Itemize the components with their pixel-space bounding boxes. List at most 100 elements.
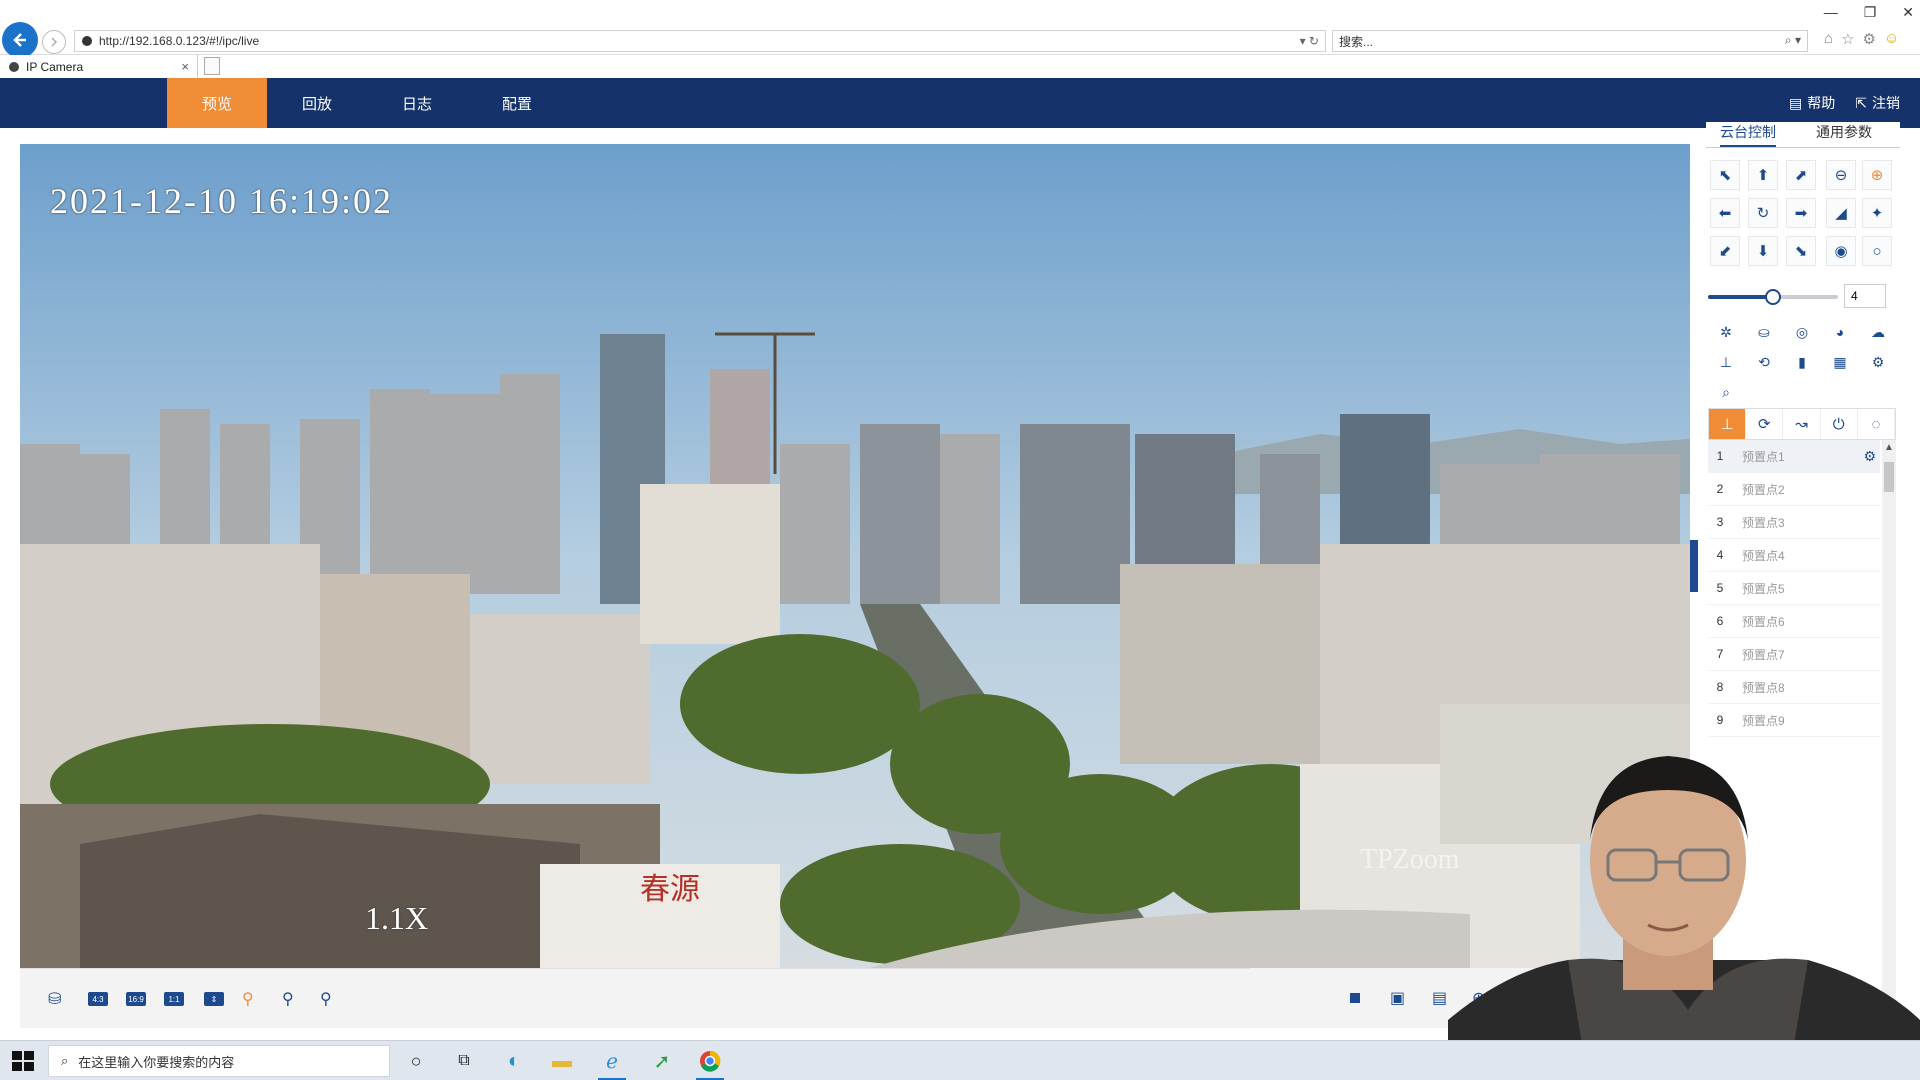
list-item[interactable]: 7 预置点7 [1708, 638, 1880, 671]
nav-log[interactable]: 日志 [367, 78, 467, 128]
ratio-4-3-icon: 4:3 [88, 992, 108, 1006]
fit-window-button[interactable]: ⇕ [204, 991, 224, 1007]
ptz-up-button[interactable]: ⬆ [1748, 160, 1778, 190]
close-icon[interactable]: ✕ [1902, 4, 1914, 21]
ptz-down-button[interactable]: ⬇ [1748, 236, 1778, 266]
ptz-down-right-button[interactable]: ⬊ [1786, 236, 1816, 266]
ptz-right-button[interactable]: ➡ [1786, 198, 1816, 228]
tab-scan[interactable]: ◌ [1858, 409, 1896, 439]
gear-icon[interactable]: ⚙ [1863, 448, 1876, 465]
iris-close-button[interactable]: ○ [1862, 236, 1892, 266]
ptz-up-left-button[interactable]: ⬉ [1710, 160, 1740, 190]
nav-config[interactable]: 配置 [467, 78, 567, 128]
list-item[interactable]: 3 预置点3 [1708, 506, 1880, 539]
star-icon[interactable]: ☆ [1841, 30, 1854, 48]
smiley-icon[interactable]: ☺ [1884, 30, 1899, 48]
settings-button[interactable]: ⚙ [1866, 350, 1890, 374]
forward-button[interactable] [42, 30, 66, 54]
speed-thumb[interactable] [1765, 289, 1781, 305]
back-button[interactable] [2, 22, 38, 58]
browser-tab[interactable]: IP Camera × [0, 55, 198, 79]
list-item[interactable]: 1 预置点1 ⚙ [1708, 440, 1880, 473]
focus-far-button[interactable]: ✦ [1862, 198, 1892, 228]
snapshot-button[interactable]: ▣ [1390, 990, 1405, 1007]
new-tab-button[interactable] [204, 57, 220, 75]
stream-main-button[interactable]: ⚲ [242, 991, 254, 1008]
help-icon: ▤ [1789, 94, 1803, 111]
search-placeholder: 搜索... [1339, 34, 1374, 49]
ie-app[interactable]: ℯ [598, 1047, 626, 1080]
light-button[interactable]: ✲ [1714, 320, 1738, 344]
cloud-button[interactable]: ☁ [1866, 320, 1890, 344]
3d-position-button[interactable]: ⊥ [1714, 350, 1738, 374]
restore-icon[interactable]: ❐ [1864, 4, 1877, 21]
ptz-down-left-button[interactable]: ⬋ [1710, 236, 1740, 266]
tab-patrol[interactable]: ⟳ [1746, 409, 1784, 439]
gear-icon[interactable]: ⚙ [1863, 30, 1876, 48]
tab-power-off-memory[interactable]: ⏻ [1821, 409, 1858, 439]
tab-close-icon[interactable]: × [181, 59, 189, 74]
focus-near-button[interactable]: ◢ [1826, 198, 1856, 228]
speed-input[interactable] [1844, 284, 1886, 308]
list-item[interactable]: 6 预置点6 [1708, 605, 1880, 638]
refresh-icon[interactable]: ▾ ↻ [1300, 34, 1319, 48]
chrome-app[interactable] [696, 1047, 724, 1080]
file-explorer-app[interactable]: ▬ [548, 1047, 576, 1075]
defog-button[interactable]: ◕ [1828, 320, 1852, 344]
panel-collapse-handle[interactable] [1690, 540, 1698, 592]
tab-pattern[interactable]: ↝ [1783, 409, 1821, 439]
zoom-out-button[interactable]: ⊖ [1826, 160, 1856, 190]
nav-preview[interactable]: 预览 [167, 78, 267, 128]
list-item[interactable]: 5 预置点5 [1708, 572, 1880, 605]
rotate-icon: ↻ [1756, 205, 1770, 222]
browser-search-input[interactable]: 搜索... ⌕ ▾ [1332, 30, 1808, 52]
home-icon[interactable]: ⌂ [1824, 30, 1833, 48]
task-view-button[interactable]: ⧉ [450, 1047, 478, 1075]
lens-search-icon: ⌕ [1722, 383, 1730, 400]
wiper-button[interactable]: ⛀ [1752, 320, 1776, 344]
taskbar-search-input[interactable]: ⌕ 在这里输入你要搜索的内容 [48, 1045, 390, 1077]
minimize-icon[interactable]: — [1824, 4, 1838, 21]
stream-sub-button[interactable]: ⚲ [282, 991, 294, 1008]
green-app[interactable]: ➚ [648, 1047, 676, 1075]
region-button[interactable]: ▦ [1828, 350, 1852, 374]
address-text: http://192.168.0.123/#!/ipc/live [99, 34, 260, 48]
ratio-4-3-button[interactable]: 4:3 [88, 991, 108, 1007]
cortana-button[interactable]: ○ [402, 1047, 430, 1075]
help-link[interactable]: ▤ 帮助 [1789, 93, 1835, 113]
record-button[interactable]: ▤ [1432, 990, 1447, 1007]
scroll-up-icon[interactable]: ▲ [1884, 442, 1894, 453]
reset-button[interactable]: ⟲ [1752, 350, 1776, 374]
iris-close-icon: ○ [1872, 242, 1882, 260]
scrollbar-thumb[interactable] [1884, 462, 1894, 492]
ptz-left-button[interactable]: ⬅ [1710, 198, 1740, 228]
ptz-auto-button[interactable]: ↻ [1748, 198, 1778, 228]
logout-link[interactable]: ⇱ 注销 [1855, 93, 1900, 113]
ratio-1-1-button[interactable]: 1:1 [164, 991, 184, 1007]
address-bar[interactable]: http://192.168.0.123/#!/ipc/live ▾ ↻ [74, 30, 1326, 52]
live-video[interactable]: 春源 2021-12-10 16:19:02 1.1X TPZoom [20, 144, 1690, 968]
zoom-in-button[interactable]: ⊕ [1862, 160, 1892, 190]
nav-playback[interactable]: 回放 [267, 78, 367, 128]
list-item[interactable]: 2 预置点2 [1708, 473, 1880, 506]
ptz-speed-slider[interactable] [1708, 282, 1896, 312]
manual-track-button[interactable]: ▮ [1790, 350, 1814, 374]
list-item[interactable]: 4 预置点4 [1708, 539, 1880, 572]
search-icon[interactable]: ⌕ ▾ [1785, 33, 1801, 48]
iris-open-button[interactable]: ◉ [1826, 236, 1856, 266]
edge-app[interactable]: ◐ [500, 1047, 528, 1075]
taskbar-search-placeholder: 在这里输入你要搜索的内容 [78, 1054, 235, 1070]
heater-button[interactable]: ◎ [1790, 320, 1814, 344]
speed-track[interactable] [1708, 289, 1838, 305]
stream-third-button[interactable]: ⚲ [320, 991, 332, 1008]
tab-presets[interactable]: ⊥ [1709, 409, 1747, 439]
tab-ptz-control[interactable]: 云台控制 [1720, 122, 1776, 147]
stop-button[interactable] [1350, 990, 1360, 1006]
ptz-up-right-button[interactable]: ⬈ [1786, 160, 1816, 190]
tab-general-params[interactable]: 通用参数 [1816, 122, 1872, 147]
start-button[interactable] [10, 1049, 36, 1073]
lens-init-button[interactable]: ⌕ [1714, 380, 1738, 404]
list-item[interactable]: 8 预置点8 [1708, 671, 1880, 704]
ratio-16-9-button[interactable]: 16:9 [126, 991, 146, 1007]
stream-select-button[interactable]: ⛁ [48, 991, 61, 1008]
